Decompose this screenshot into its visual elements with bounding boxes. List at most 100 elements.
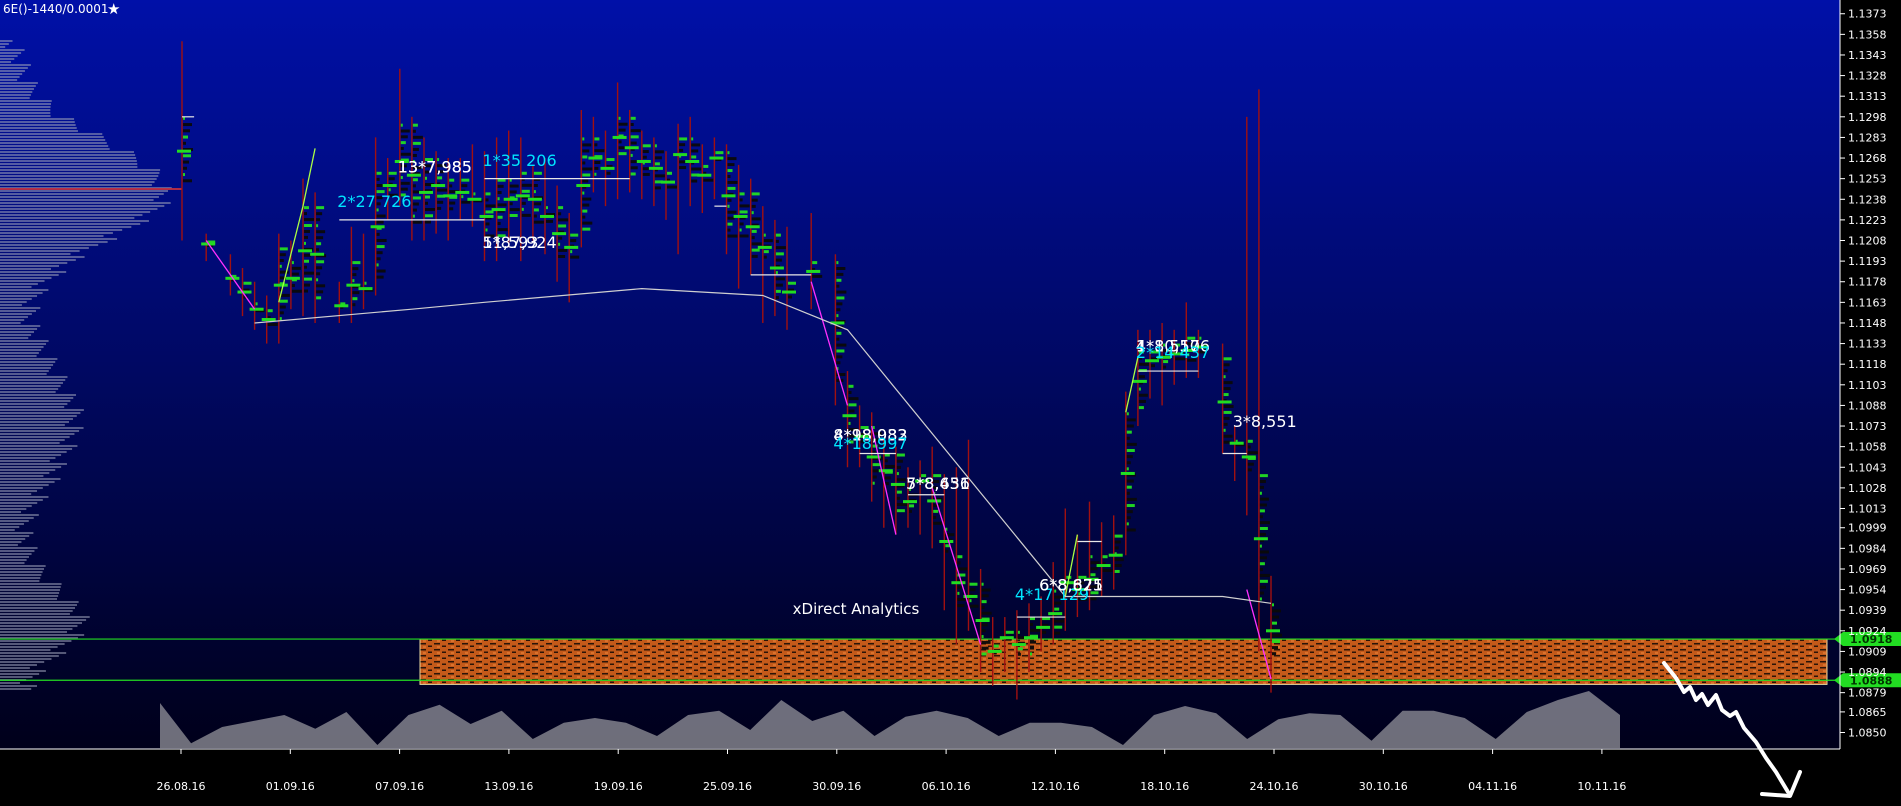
candle-cluster (521, 183, 532, 187)
symbol-label: 6E()-1440/0.0001 (3, 2, 108, 16)
date-tick-label: 10.11.16 (1577, 780, 1626, 793)
candle-cluster (630, 153, 633, 157)
candle-cluster (497, 197, 500, 201)
candle-cluster (558, 236, 563, 240)
candle-cluster (449, 207, 454, 211)
candle-cluster (1272, 609, 1281, 613)
profile-bar (0, 688, 32, 690)
candle-cluster (304, 229, 310, 233)
candle-cluster (352, 303, 356, 307)
candle-cluster (400, 141, 406, 145)
candle-cluster (485, 222, 490, 226)
candle-cluster (1114, 564, 1122, 568)
candle-cluster (1223, 434, 1233, 438)
candle-cluster (425, 176, 427, 180)
price-tick-label: 1.1328 (1848, 70, 1887, 83)
candle-cluster (848, 421, 851, 425)
profile-bar (0, 397, 74, 399)
profile-bar (0, 445, 78, 447)
support-zone (419, 638, 1828, 685)
candle-cluster (316, 230, 326, 234)
profile-bar (0, 130, 78, 132)
candle-poc (515, 194, 530, 198)
candle-cluster (775, 233, 781, 237)
profile-bar (0, 415, 77, 417)
candle-cluster (558, 248, 568, 252)
profile-bar (0, 523, 24, 525)
candle-cluster (533, 214, 537, 218)
profile-bar (0, 340, 49, 342)
candle-cluster (1090, 555, 1093, 559)
candle-cluster (642, 155, 647, 159)
price-tick-label: 1.0969 (1848, 563, 1887, 576)
candle-cluster (1259, 544, 1262, 548)
profile-bar (0, 52, 22, 54)
candle-cluster (751, 242, 762, 246)
candle-cluster (606, 171, 611, 175)
annotation-label: 6*8,671 (1039, 575, 1103, 594)
candle-cluster (933, 515, 937, 519)
candle-cluster (836, 355, 843, 359)
profile-bar (0, 661, 45, 663)
candle-cluster (1247, 439, 1253, 443)
profile-bar (0, 313, 32, 315)
candle-cluster (957, 585, 962, 589)
candle-cluster (485, 228, 488, 232)
candlestick-chart: 1.09181.0888 13*7,98513*7,9852*27 7261*3… (0, 0, 1901, 802)
candle-cluster (570, 255, 580, 259)
candle-cluster (1138, 393, 1148, 397)
profile-bar (0, 550, 35, 552)
candle-cluster (412, 184, 416, 188)
candle-cluster (654, 144, 657, 148)
candle-cluster (304, 265, 307, 269)
candle-cluster (412, 141, 421, 145)
candle-cluster (582, 143, 592, 147)
profile-bar (0, 427, 84, 429)
profile-bar (0, 379, 66, 381)
candle-cluster (957, 561, 961, 565)
candle-cluster (1151, 364, 1155, 368)
profile-bar (0, 301, 27, 303)
chart-header[interactable]: 6E()-1440/0.0001 ★ (3, 0, 120, 18)
date-tick-label: 13.09.16 (484, 780, 533, 793)
candle-cluster (896, 502, 907, 506)
profile-bar (0, 88, 34, 90)
price-tick-label: 1.1073 (1848, 420, 1887, 433)
profile-bar (0, 496, 49, 498)
candle-cluster (1102, 555, 1108, 559)
profile-bar (0, 196, 159, 198)
profile-bar (0, 568, 44, 570)
candle-cluster (775, 283, 783, 287)
candle-cluster (896, 496, 900, 500)
favorite-star-icon[interactable]: ★ (107, 0, 120, 18)
candle-poc (1241, 455, 1256, 459)
candle-poc (479, 214, 494, 218)
profile-bar (0, 532, 34, 534)
profile-bar (0, 115, 51, 117)
profile-bar (0, 385, 61, 387)
profile-bar (0, 406, 65, 408)
profile-bar (0, 460, 50, 462)
candle-cluster (582, 203, 590, 207)
candle-cluster (304, 283, 310, 287)
candle-cluster (1247, 462, 1254, 466)
candle-cluster (727, 186, 736, 190)
profile-bar (0, 283, 38, 285)
candle-cluster (304, 271, 314, 275)
candle-cluster (570, 233, 579, 237)
candle-cluster (969, 582, 978, 586)
candle-cluster (400, 187, 408, 191)
profile-bar (0, 541, 22, 543)
candle-cluster (376, 177, 380, 181)
candle-cluster (1114, 534, 1123, 538)
annotation-label: 1*35 206 (483, 151, 557, 170)
candle-cluster (497, 203, 507, 207)
candle-cluster (884, 459, 888, 463)
profile-bar (0, 280, 45, 282)
profile-bar (0, 616, 90, 618)
profile-bar (0, 394, 77, 396)
candle-cluster (1126, 504, 1135, 508)
candle-cluster (425, 220, 431, 224)
candle-cluster (1259, 503, 1267, 507)
candle-cluster (884, 476, 891, 480)
